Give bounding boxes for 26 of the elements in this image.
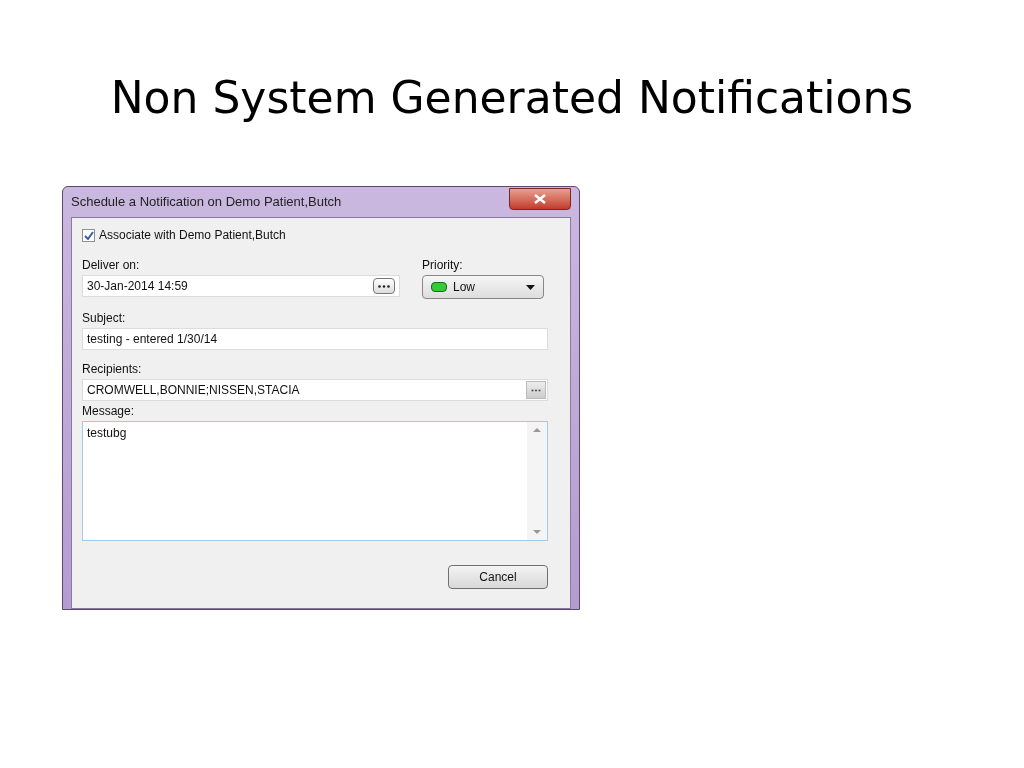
cancel-button[interactable]: Cancel — [448, 565, 548, 589]
ellipsis-icon — [531, 388, 541, 392]
field-label: Recipients: — [82, 361, 143, 378]
checkbox-label: Associate with Demo Patient,Butch — [99, 227, 286, 244]
field-label: Deliver on: — [82, 257, 141, 274]
field-label: Subject: — [82, 310, 127, 327]
priority-dropdown[interactable]: Low — [422, 275, 544, 299]
recipients-field[interactable]: CROMWELL,BONNIE;NISSEN,STACIA — [82, 379, 548, 401]
field-label: Priority: — [422, 257, 464, 274]
subject-field[interactable]: testing - entered 1/30/14 — [82, 328, 548, 350]
close-button[interactable] — [509, 188, 571, 210]
recipients-input[interactable]: CROMWELL,BONNIE;NISSEN,STACIA — [87, 381, 526, 399]
checkbox[interactable] — [82, 228, 95, 242]
slide-title: Non System Generated Notifications — [110, 71, 914, 125]
scroll-down-icon[interactable] — [533, 530, 541, 534]
close-icon — [534, 194, 546, 204]
window-title: Schedule a Notification on Demo Patient,Butch — [71, 193, 342, 212]
scroll-up-icon[interactable] — [533, 428, 541, 432]
recipients-picker-button[interactable] — [526, 381, 546, 399]
date-input[interactable]: 30-Jan-2014 14:59 — [87, 277, 373, 295]
field-label: Message: — [82, 403, 136, 420]
deliver-on-field[interactable]: 30-Jan-2014 14:59 — [82, 275, 400, 297]
date-picker-button[interactable] — [373, 278, 395, 294]
caret-icon — [526, 284, 535, 290]
scrollbar[interactable] — [527, 422, 547, 540]
ellipsis-icon — [378, 284, 390, 288]
